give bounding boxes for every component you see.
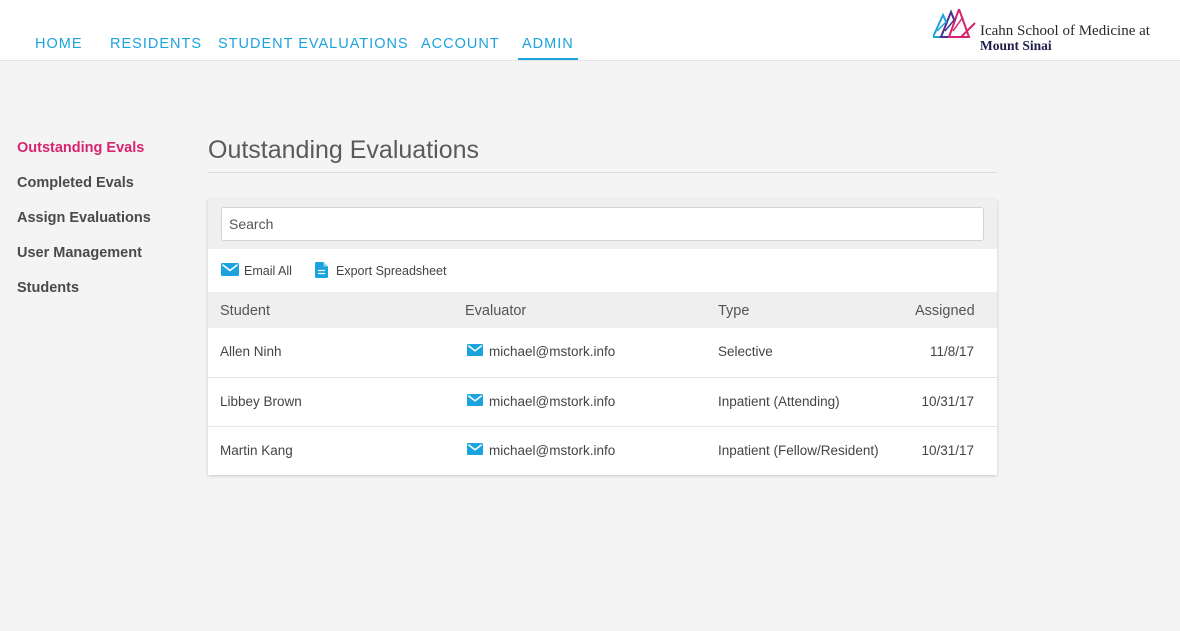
cell-student: Martin Kang <box>220 443 293 458</box>
cell-student: Allen Ninh <box>220 344 282 359</box>
table-body: Allen Ninh michael@mstork.info Selective… <box>208 328 997 475</box>
document-icon <box>315 262 328 278</box>
nav-account[interactable]: ACCOUNT <box>421 36 500 52</box>
table-row[interactable]: Libbey Brown michael@mstork.info Inpatie… <box>208 377 997 426</box>
cell-type: Inpatient (Attending) <box>718 394 840 409</box>
sidebar-item-user-management[interactable]: User Management <box>17 245 142 261</box>
evaluator-email[interactable]: michael@mstork.info <box>489 443 615 458</box>
column-header-assigned[interactable]: Assigned <box>915 303 975 319</box>
sidebar-item-students[interactable]: Students <box>17 280 79 296</box>
export-spreadsheet-label: Export Spreadsheet <box>336 264 447 278</box>
column-header-evaluator[interactable]: Evaluator <box>465 303 526 319</box>
top-navigation-bar: HOME RESIDENTS STUDENT EVALUATIONS ACCOU… <box>0 0 1180 61</box>
search-bar-container <box>208 199 997 249</box>
table-header: Student Evaluator Type Assigned <box>208 292 997 328</box>
mail-icon <box>467 344 483 356</box>
nav-residents[interactable]: RESIDENTS <box>110 36 202 52</box>
evaluator-email[interactable]: michael@mstork.info <box>489 394 615 409</box>
table-row[interactable]: Martin Kang michael@mstork.info Inpatien… <box>208 426 997 475</box>
cell-student: Libbey Brown <box>220 394 302 409</box>
sidebar-item-assign-evaluations[interactable]: Assign Evaluations <box>17 210 151 226</box>
sidebar-item-completed-evals[interactable]: Completed Evals <box>17 175 134 191</box>
column-header-type[interactable]: Type <box>718 303 749 319</box>
cell-type: Inpatient (Fellow/Resident) <box>718 443 879 458</box>
mail-icon <box>221 263 239 276</box>
cell-assigned-date: 11/8/17 <box>929 344 974 359</box>
sidebar-item-outstanding-evals[interactable]: Outstanding Evals <box>17 140 144 156</box>
email-all-label: Email All <box>244 264 292 278</box>
logo-text-line2: Mount Sinai <box>980 38 1052 53</box>
cell-type: Selective <box>718 344 773 359</box>
cell-assigned-date: 10/31/17 <box>921 443 974 458</box>
mail-icon <box>467 443 483 455</box>
mail-icon <box>467 394 483 406</box>
institution-logo[interactable]: Icahn School of Medicine at Mount Sinai <box>933 9 1163 53</box>
column-header-student[interactable]: Student <box>220 303 270 319</box>
table-row[interactable]: Allen Ninh michael@mstork.info Selective… <box>208 328 997 377</box>
title-divider <box>208 172 997 173</box>
evaluator-email[interactable]: michael@mstork.info <box>489 344 615 359</box>
search-input[interactable] <box>221 207 984 241</box>
table-actions: Email All Export Spreadsheet <box>208 249 997 292</box>
nav-home[interactable]: HOME <box>35 36 83 52</box>
nav-student-evaluations[interactable]: STUDENT EVALUATIONS <box>218 36 409 52</box>
cell-assigned-date: 10/31/17 <box>921 394 974 409</box>
mount-sinai-logo-icon <box>933 9 976 38</box>
evaluations-card: Email All Export Spreadsheet Student Eva… <box>208 199 997 475</box>
nav-admin[interactable]: ADMIN <box>518 36 578 60</box>
page-title: Outstanding Evaluations <box>208 136 480 164</box>
